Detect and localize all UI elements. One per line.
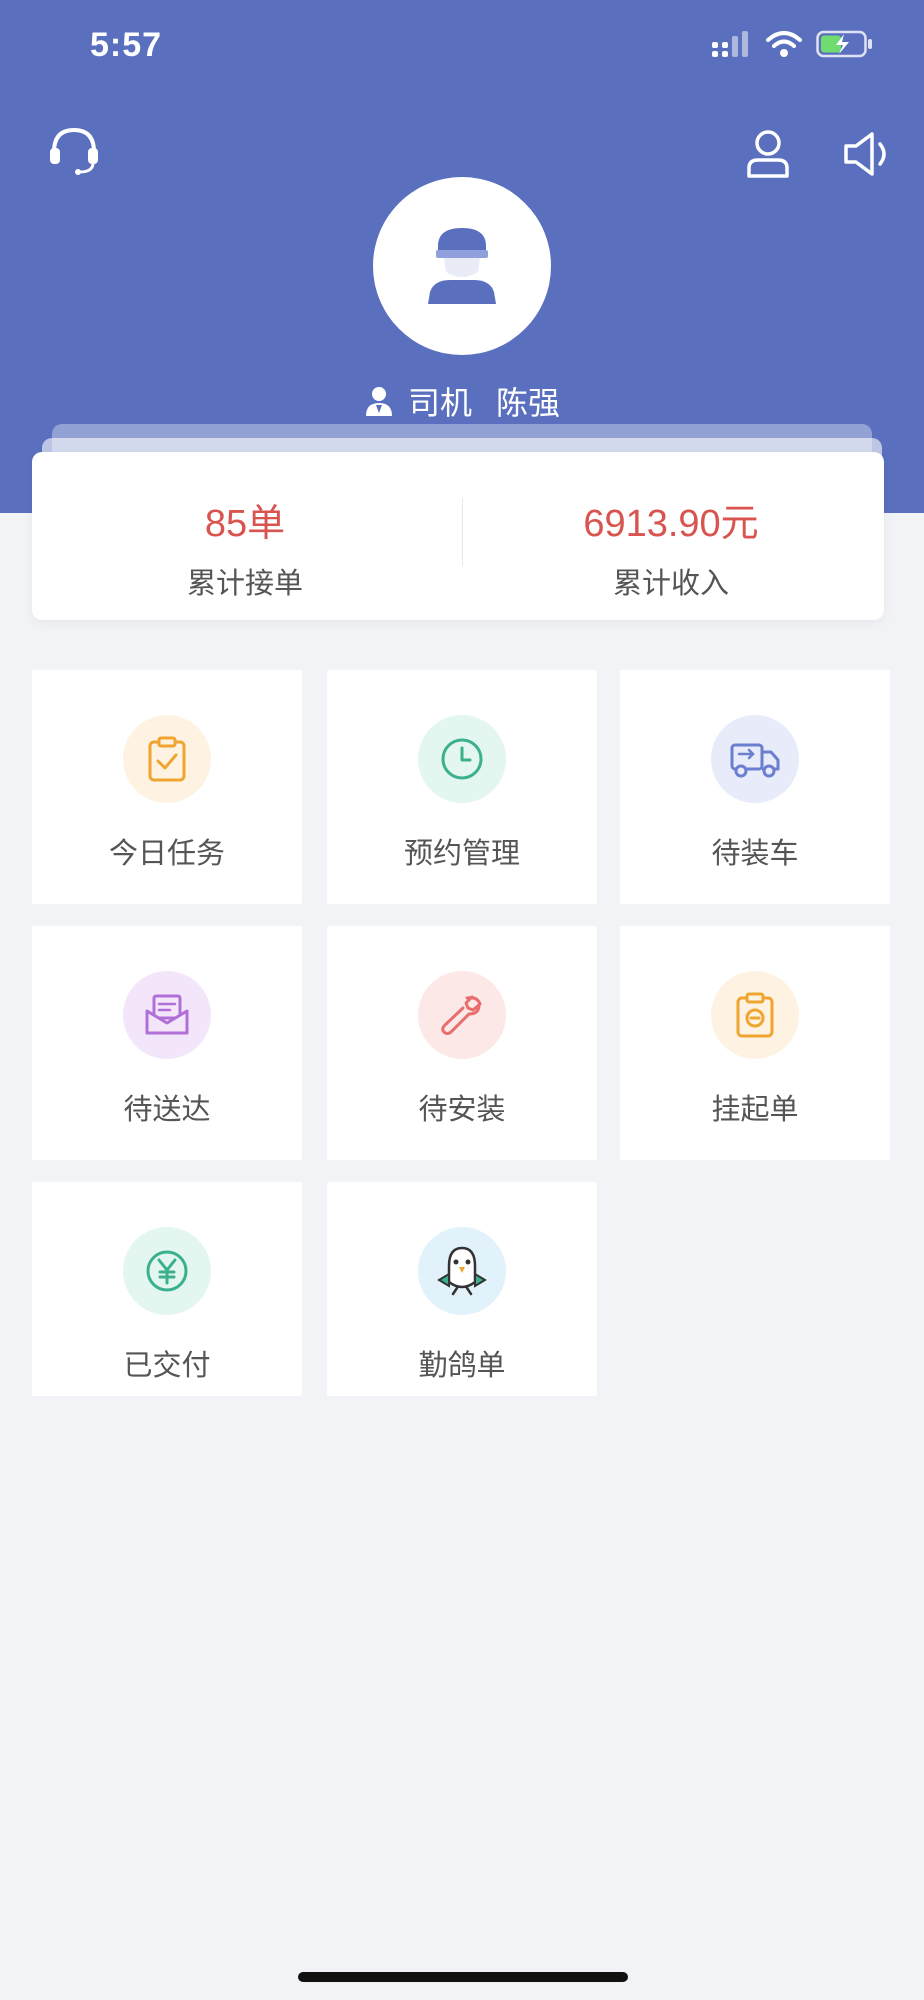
- stat-orders-label: 累计接单: [186, 566, 303, 600]
- clipboard-minus-icon: [736, 992, 774, 1038]
- battery-charging-icon: [816, 30, 872, 58]
- tile-icon-bg: [123, 971, 211, 1059]
- user-info: 司机 陈强: [0, 378, 924, 424]
- tile-icon-bg: [418, 715, 506, 803]
- stat-income-value: 6913.90元: [583, 503, 759, 545]
- stat-orders[interactable]: 85单 累计接单: [32, 452, 458, 620]
- status-bar: 5:57: [0, 0, 924, 100]
- user-name: 陈强: [496, 384, 561, 422]
- stat-income[interactable]: 6913.90元 累计收入: [458, 452, 884, 620]
- tile-icon-bg: [123, 1227, 211, 1315]
- tile-icon-bg: [418, 1227, 506, 1315]
- cellular-signal-icon: [712, 31, 748, 57]
- driver-avatar-icon: [428, 228, 496, 304]
- envelope-icon: [145, 994, 189, 1035]
- tile-label: 待安装: [418, 1092, 506, 1126]
- tile-suspended-orders[interactable]: 挂起单: [620, 926, 890, 1160]
- person-badge-icon: [365, 387, 392, 416]
- tile-pending-installation[interactable]: 待安装: [327, 926, 597, 1160]
- tile-icon-bg: [123, 715, 211, 803]
- customer-service-headset-icon[interactable]: [46, 122, 102, 182]
- tile-pending-delivery[interactable]: 待送达: [32, 926, 302, 1160]
- tile-label: 挂起单: [711, 1092, 799, 1126]
- tile-appointment-management[interactable]: 预约管理: [327, 670, 597, 904]
- tile-label: 已交付: [123, 1348, 211, 1382]
- tile-label: 勤鸽单: [418, 1348, 506, 1382]
- avatar[interactable]: [373, 177, 551, 355]
- tile-qinge-orders[interactable]: 勤鸽单: [327, 1182, 597, 1396]
- stats-card: 85单 累计接单 6913.90元 累计收入: [32, 452, 884, 620]
- tile-label: 待送达: [123, 1092, 211, 1126]
- tile-delivered[interactable]: 已交付: [32, 1182, 302, 1396]
- clipboard-check-icon: [148, 736, 186, 782]
- yen-icon: [146, 1250, 188, 1292]
- speaker-volume-icon[interactable]: [840, 128, 896, 184]
- tile-icon-bg: [711, 715, 799, 803]
- profile-user-icon[interactable]: [744, 128, 792, 184]
- truck-icon: [730, 743, 780, 778]
- home-indicator[interactable]: [298, 1972, 628, 1982]
- status-icons: [712, 30, 874, 58]
- user-role: 司机: [407, 384, 472, 422]
- tile-label: 预约管理: [403, 836, 520, 870]
- status-time: 5:57: [90, 26, 163, 64]
- tile-icon-bg: [418, 971, 506, 1059]
- tile-label: 待装车: [711, 836, 799, 870]
- tile-icon-bg: [711, 971, 799, 1059]
- stat-orders-value: 85单: [204, 503, 286, 545]
- stat-income-label: 累计收入: [612, 566, 729, 600]
- tile-today-tasks[interactable]: 今日任务: [32, 670, 302, 904]
- wrench-icon: [441, 995, 482, 1035]
- wifi-icon: [766, 31, 802, 57]
- pigeon-icon: [437, 1246, 487, 1296]
- clock-icon: [441, 738, 483, 780]
- tile-label: 今日任务: [108, 836, 225, 870]
- tile-pending-loading[interactable]: 待装车: [620, 670, 890, 904]
